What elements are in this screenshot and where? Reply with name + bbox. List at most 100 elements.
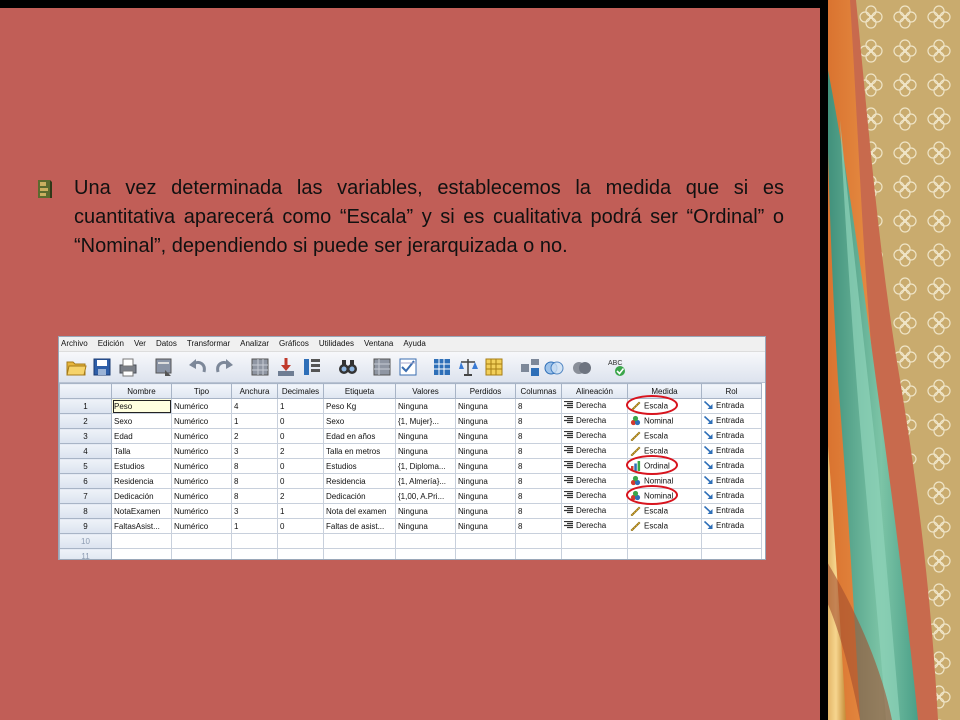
column-header[interactable]: Etiqueta [323, 383, 396, 399]
cell-anchura[interactable]: 3 [231, 443, 278, 459]
cell-decimales[interactable]: 1 [277, 398, 324, 414]
empty-cell[interactable] [171, 533, 232, 549]
goto-variable-icon[interactable] [275, 356, 297, 378]
cell-etiqueta[interactable]: Talla en metros [323, 443, 396, 459]
empty-cell[interactable] [111, 548, 172, 559]
cell-columnas[interactable]: 8 [515, 473, 562, 489]
empty-cell[interactable] [515, 548, 562, 559]
cell-rol[interactable]: Entrada [701, 398, 762, 414]
row-number[interactable]: 11 [59, 548, 112, 559]
cell-alineacion[interactable]: Derecha [561, 473, 628, 489]
dialog-recall-icon[interactable] [153, 356, 175, 378]
cell-anchura[interactable]: 1 [231, 518, 278, 534]
column-header[interactable]: Alineación [561, 383, 628, 399]
cell-perdidos[interactable]: Ninguna [455, 443, 516, 459]
goto-case-icon[interactable] [249, 356, 271, 378]
cell-decimales[interactable]: 2 [277, 443, 324, 459]
cell-tipo[interactable]: Numérico [171, 518, 232, 534]
cell-etiqueta[interactable]: Dedicación [323, 488, 396, 504]
cell-tipo[interactable]: Numérico [171, 473, 232, 489]
find-icon[interactable] [337, 356, 359, 378]
insert-cases-icon[interactable] [371, 356, 393, 378]
cell-perdidos[interactable]: Ninguna [455, 458, 516, 474]
menu-datos[interactable]: Datos [156, 339, 177, 348]
cell-decimales[interactable]: 0 [277, 458, 324, 474]
cell-rol[interactable]: Entrada [701, 503, 762, 519]
cell-etiqueta[interactable]: Sexo [323, 413, 396, 429]
cell-tipo[interactable]: Numérico [171, 398, 232, 414]
cell-columnas[interactable]: 8 [515, 443, 562, 459]
cell-tipo[interactable]: Numérico [171, 428, 232, 444]
cell-nombre[interactable]: Edad [111, 428, 172, 444]
empty-cell[interactable] [171, 548, 232, 559]
cell-columnas[interactable]: 8 [515, 398, 562, 414]
cell-rol[interactable]: Entrada [701, 443, 762, 459]
menu-analizar[interactable]: Analizar [240, 339, 269, 348]
cell-tipo[interactable]: Numérico [171, 413, 232, 429]
cell-alineacion[interactable]: Derecha [561, 428, 628, 444]
column-header[interactable]: Decimales [277, 383, 324, 399]
cell-valores[interactable]: Ninguna [395, 503, 456, 519]
column-header[interactable]: Perdidos [455, 383, 516, 399]
empty-cell[interactable] [277, 533, 324, 549]
cell-perdidos[interactable]: Ninguna [455, 413, 516, 429]
cell-alineacion[interactable]: Derecha [561, 518, 628, 534]
open-folder-icon[interactable] [65, 356, 87, 378]
empty-cell[interactable] [231, 548, 278, 559]
row-number[interactable]: 6 [59, 473, 112, 489]
cell-decimales[interactable]: 0 [277, 473, 324, 489]
cell-medida[interactable]: Escala [627, 428, 702, 444]
cell-etiqueta[interactable]: Peso Kg [323, 398, 396, 414]
cell-alineacion[interactable]: Derecha [561, 398, 628, 414]
empty-cell[interactable] [277, 548, 324, 559]
cell-alineacion[interactable]: Derecha [561, 458, 628, 474]
variables-icon[interactable] [301, 356, 323, 378]
cell-etiqueta[interactable]: Faltas de asist... [323, 518, 396, 534]
cell-valores[interactable]: Ninguna [395, 398, 456, 414]
grid-corner[interactable] [59, 383, 112, 399]
cell-anchura[interactable]: 8 [231, 458, 278, 474]
cell-nombre[interactable]: NotaExamen [111, 503, 172, 519]
cell-medida[interactable]: Nominal [627, 413, 702, 429]
cell-etiqueta[interactable]: Estudios [323, 458, 396, 474]
split-file-icon[interactable] [431, 356, 453, 378]
row-number[interactable]: 7 [59, 488, 112, 504]
empty-cell[interactable] [111, 533, 172, 549]
cell-decimales[interactable]: 0 [277, 413, 324, 429]
cell-medida[interactable]: Escala [627, 443, 702, 459]
cell-columnas[interactable]: 8 [515, 503, 562, 519]
empty-cell[interactable] [455, 533, 516, 549]
cell-anchura[interactable]: 4 [231, 398, 278, 414]
save-icon[interactable] [91, 356, 113, 378]
cell-alineacion[interactable]: Derecha [561, 443, 628, 459]
use-sets-icon[interactable] [543, 356, 565, 378]
spell-check-icon[interactable]: ABC [607, 356, 629, 378]
cell-medida[interactable]: Escala [627, 518, 702, 534]
cell-rol[interactable]: Entrada [701, 518, 762, 534]
weight-cases-icon[interactable] [457, 356, 479, 378]
cell-anchura[interactable]: 2 [231, 428, 278, 444]
cell-alineacion[interactable]: Derecha [561, 413, 628, 429]
row-number[interactable]: 4 [59, 443, 112, 459]
cell-valores[interactable]: Ninguna [395, 443, 456, 459]
print-icon[interactable] [117, 356, 139, 378]
menu-ver[interactable]: Ver [134, 339, 146, 348]
cell-nombre[interactable]: Estudios [111, 458, 172, 474]
undo-icon[interactable] [187, 356, 209, 378]
cell-perdidos[interactable]: Ninguna [455, 473, 516, 489]
cell-perdidos[interactable]: Ninguna [455, 428, 516, 444]
menu-archivo[interactable]: Archivo [61, 339, 88, 348]
cell-nombre[interactable]: FaltasAsist... [111, 518, 172, 534]
cell-rol[interactable]: Entrada [701, 413, 762, 429]
cell-tipo[interactable]: Numérico [171, 458, 232, 474]
cell-columnas[interactable]: 8 [515, 458, 562, 474]
cell-perdidos[interactable]: Ninguna [455, 518, 516, 534]
cell-decimales[interactable]: 1 [277, 503, 324, 519]
cell-columnas[interactable]: 8 [515, 518, 562, 534]
cell-rol[interactable]: Entrada [701, 428, 762, 444]
cell-etiqueta[interactable]: Nota del examen [323, 503, 396, 519]
empty-cell[interactable] [323, 533, 396, 549]
cell-columnas[interactable]: 8 [515, 413, 562, 429]
empty-cell[interactable] [627, 533, 702, 549]
column-header[interactable]: Tipo [171, 383, 232, 399]
